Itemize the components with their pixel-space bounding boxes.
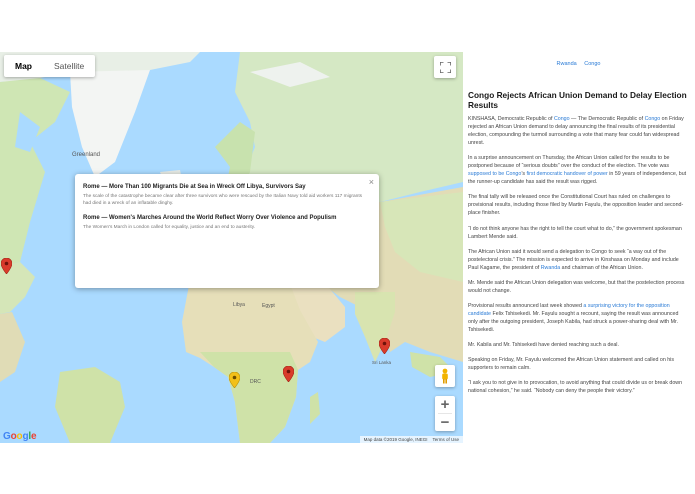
map-panel[interactable]: Greenland United Kingdom Libya Egypt Tur… (0, 52, 463, 443)
paragraph-text: In a surprise announcement on Thursday, … (468, 155, 670, 170)
map-type-satellite-button[interactable]: Satellite (43, 55, 95, 77)
paragraph-text: Provisional results announced last week … (468, 302, 584, 309)
article-panel: Rwanda Congo Congo Rejects African Union… (463, 52, 695, 494)
article-paragraph: KINSHASA, Democratic Republic of Congo —… (468, 115, 689, 147)
fullscreen-icon (439, 61, 451, 73)
logo-letter: G (3, 431, 11, 442)
map-label-egypt: Egypt (262, 303, 275, 309)
map-attribution: Map data ©2019 Google, INEGI Terms of Us… (359, 436, 463, 443)
article-tags: Rwanda Congo (468, 61, 689, 67)
map-marker-yellow[interactable] (229, 372, 240, 388)
info-window: × Rome — More Than 100 Migrants Die at S… (75, 174, 379, 288)
pegman-icon (442, 368, 448, 384)
article-paragraph: “I do not think anyone has the right to … (468, 225, 682, 240)
info-window-close-button[interactable]: × (369, 177, 374, 187)
map-marker-red[interactable] (283, 366, 294, 382)
article-paragraph: In a surprise announcement on Thursday, … (468, 154, 689, 186)
zoom-in-button[interactable]: + (435, 396, 455, 413)
map-label-drc: DRC (250, 379, 261, 385)
inline-link[interactable]: first democratic handover of power (527, 171, 608, 177)
zoom-out-button[interactable]: − (435, 414, 455, 431)
map-label-sri-lanka: Sri Lanka (372, 360, 392, 365)
terms-link[interactable]: Terms of Use (432, 437, 459, 442)
map-marker-red[interactable] (1, 258, 12, 274)
map-type-map-button[interactable]: Map (4, 55, 43, 77)
inline-link[interactable]: Congo (645, 116, 661, 122)
zoom-control: + − (435, 396, 455, 431)
map-type-control: Map Satellite (4, 55, 96, 77)
tag-link-congo[interactable]: Congo (584, 61, 600, 67)
article-paragraph: The final tally will be released once th… (468, 194, 684, 217)
fullscreen-button[interactable] (434, 56, 456, 78)
map-marker-red[interactable] (379, 338, 390, 354)
info-article-summary: The Women's March in London called for e… (83, 224, 256, 230)
info-article-title[interactable]: Rome — More Than 100 Migrants Die at Sea… (83, 184, 371, 190)
paragraph-text: KINSHASA, Democratic Republic of (468, 116, 554, 122)
paragraph-text: Felix Tshisekedi. Mr. Fayulu sought a re… (468, 310, 679, 333)
info-article-summary: The scale of the catastrophe became clea… (83, 194, 363, 206)
article-paragraph: Provisional results announced last week … (468, 302, 689, 334)
inline-link[interactable]: Congo (554, 116, 570, 122)
article-headline: Congo Rejects African Union Demand to De… (468, 90, 687, 110)
google-logo[interactable]: Google (3, 431, 37, 442)
info-article-title[interactable]: Rome — Women's Marches Around the World … (83, 215, 371, 221)
paragraph-text: and chairman of the African Union. (560, 264, 643, 271)
tag-link-rwanda[interactable]: Rwanda (557, 61, 577, 67)
article-paragraph: Mr. Kabila and Mr. Tshisekedi have denie… (468, 342, 619, 349)
street-view-pegman[interactable] (435, 365, 455, 387)
map-data-credit: Map data ©2019 Google, INEGI (363, 437, 428, 442)
map-label-greenland: Greenland (72, 152, 101, 158)
map-label-libya: Libya (233, 302, 245, 308)
inline-link[interactable]: supposed to be Congo (468, 171, 521, 177)
article-paragraph: The African Union said it would send a d… (468, 248, 689, 272)
logo-letter: e (30, 431, 37, 442)
article-paragraph: Speaking on Friday, Mr. Fayulu welcomed … (468, 357, 675, 372)
article-paragraph: “I ask you to not give in to provocation… (468, 380, 683, 395)
inline-link[interactable]: Rwanda (541, 265, 560, 271)
article-paragraph: Mr. Mende said the African Union delegat… (468, 279, 685, 294)
paragraph-text: — The Democratic Republic of (569, 116, 645, 122)
